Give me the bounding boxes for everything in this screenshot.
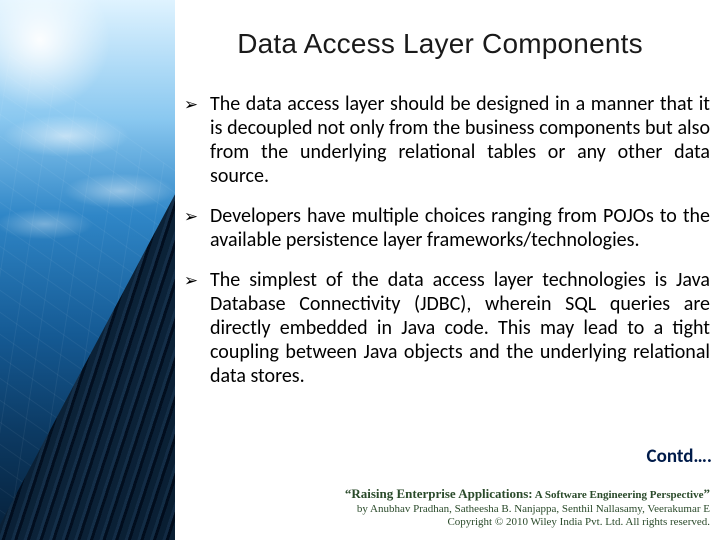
arrow-icon: ➢	[182, 93, 200, 117]
quote-close: ”	[704, 486, 711, 501]
slide: Data Access Layer Components ➢ The data …	[0, 0, 720, 540]
footer-copyright: Copyright © 2010 Wiley India Pvt. Ltd. A…	[200, 516, 710, 530]
bullet-list: ➢ The data access layer should be design…	[182, 92, 710, 404]
footer: “Raising Enterprise Applications: A Soft…	[200, 486, 710, 530]
footer-authors: by Anubhav Pradhan, Satheesha B. Nanjapp…	[200, 503, 710, 517]
arrow-icon: ➢	[182, 205, 200, 229]
book-main: Raising Enterprise Applications:	[351, 486, 532, 501]
list-item: ➢ Developers have multiple choices rangi…	[182, 204, 710, 252]
list-item: ➢ The data access layer should be design…	[182, 92, 710, 188]
footer-book-title: “Raising Enterprise Applications: A Soft…	[200, 486, 710, 503]
arrow-icon: ➢	[182, 269, 200, 293]
bullet-text: The data access layer should be designed…	[210, 92, 710, 188]
continued-label: Contd….	[647, 445, 712, 468]
list-item: ➢ The simplest of the data access layer …	[182, 268, 710, 388]
slide-title: Data Access Layer Components	[200, 28, 680, 60]
book-subtitle: A Software Engineering Perspective	[533, 489, 704, 501]
bullet-text: Developers have multiple choices ranging…	[210, 204, 710, 252]
decorative-band	[0, 0, 175, 540]
bullet-text: The simplest of the data access layer te…	[210, 268, 710, 388]
